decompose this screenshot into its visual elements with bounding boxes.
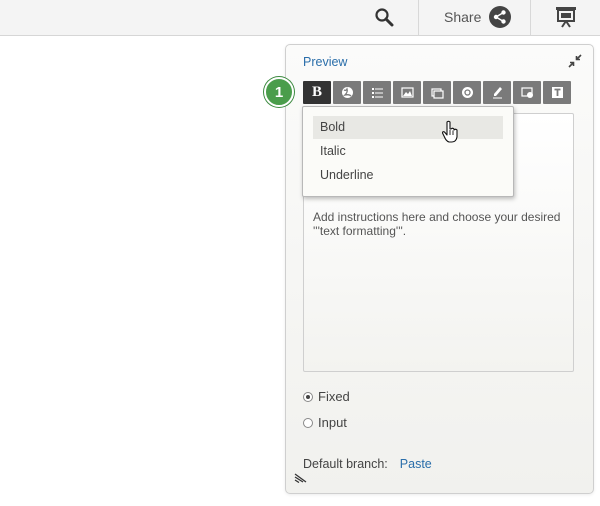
- collapse-button[interactable]: [568, 54, 582, 68]
- search-icon: [375, 8, 394, 27]
- pen-button[interactable]: [483, 81, 511, 104]
- presentation-icon: [556, 7, 576, 28]
- radio-button[interactable]: [303, 391, 313, 402]
- radio-button[interactable]: [303, 417, 313, 428]
- step-badge: 1: [264, 77, 294, 107]
- image-icon: [400, 87, 414, 98]
- present-button[interactable]: [552, 4, 580, 30]
- image-button[interactable]: [393, 81, 421, 104]
- list-icon: [371, 88, 383, 98]
- default-branch-row: Default branch: Paste: [303, 457, 432, 471]
- resize-icon: [294, 473, 307, 484]
- panel-title[interactable]: Preview: [303, 55, 347, 69]
- pen-icon: [492, 87, 502, 99]
- hand-cursor-icon: [441, 120, 458, 143]
- paste-link[interactable]: Paste: [400, 457, 432, 471]
- resize-handle[interactable]: [294, 469, 308, 484]
- globe-icon: [341, 87, 353, 98]
- radio-fixed[interactable]: Fixed: [303, 389, 350, 404]
- menu-item-underline[interactable]: Underline: [313, 164, 503, 187]
- bold-dropdown-menu: Bold Italic Underline: [302, 106, 514, 197]
- gallery-button[interactable]: [423, 81, 451, 104]
- tag-icon: [461, 87, 473, 98]
- media-button[interactable]: [513, 81, 541, 104]
- search-button[interactable]: [371, 4, 397, 30]
- collapse-icon: [568, 54, 582, 68]
- media-icon: [520, 87, 533, 98]
- menu-item-italic[interactable]: Italic: [313, 140, 503, 163]
- text-icon: [551, 87, 563, 98]
- divider: [418, 0, 419, 35]
- radio-input[interactable]: Input: [303, 415, 347, 430]
- list-button[interactable]: [363, 81, 391, 104]
- bold-label: B: [311, 84, 322, 100]
- share-icon: [489, 6, 512, 28]
- menu-item-bold[interactable]: Bold: [313, 116, 503, 139]
- formatting-toolbar: B: [303, 81, 571, 104]
- radio-label: Fixed: [318, 389, 350, 404]
- text-button[interactable]: [543, 81, 571, 104]
- top-bar: Share: [0, 0, 600, 36]
- share-label: Share: [444, 9, 482, 25]
- tag-button[interactable]: [453, 81, 481, 104]
- editor-text: Add instructions here and choose your de…: [313, 210, 561, 238]
- default-branch-label: Default branch:: [303, 457, 388, 471]
- divider: [530, 0, 531, 35]
- bold-button[interactable]: B: [303, 81, 331, 104]
- gallery-icon: [430, 88, 444, 99]
- radio-label: Input: [318, 415, 347, 430]
- globe-button[interactable]: [333, 81, 361, 104]
- share-button[interactable]: Share: [444, 4, 512, 30]
